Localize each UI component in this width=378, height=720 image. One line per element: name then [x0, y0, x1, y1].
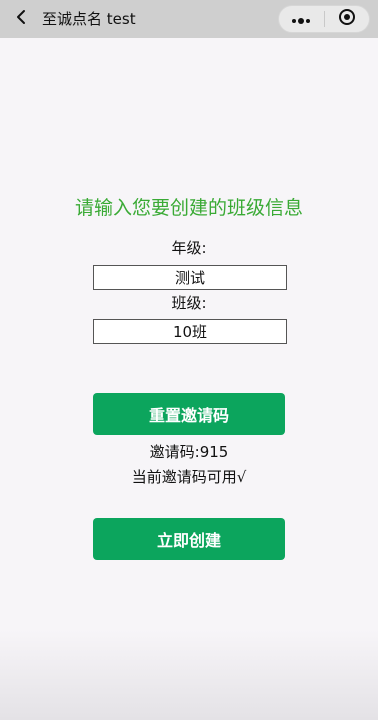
create-now-button[interactable]: 立即创建 [93, 518, 285, 560]
grade-input[interactable] [93, 265, 287, 290]
app-screen: 至诚点名 test 请输入您要创建的班级信息 年级: 测试 班级: 10班 重置… [0, 0, 378, 720]
more-menu-button[interactable] [279, 6, 324, 32]
grade-label: 年级: [171, 239, 207, 257]
navigation-bar: 至诚点名 test [0, 0, 378, 38]
class-label: 班级: [171, 294, 207, 312]
chevron-left-icon [15, 9, 27, 29]
bottom-shade [0, 630, 378, 720]
invite-code-status: 当前邀请码可用√ [131, 468, 247, 486]
page-title: 至诚点名 test [42, 10, 136, 28]
class-input[interactable] [93, 319, 287, 344]
invite-code-text: 邀请码:915 [149, 443, 229, 461]
target-circle-icon [338, 8, 356, 30]
close-mini-program-button[interactable] [324, 6, 369, 32]
mini-program-capsule [278, 5, 370, 33]
reset-invite-code-button[interactable]: 重置邀请码 [93, 393, 285, 435]
form-heading: 请输入您要创建的班级信息 [74, 197, 303, 219]
more-dots-icon [291, 10, 311, 29]
back-button[interactable] [11, 9, 31, 29]
